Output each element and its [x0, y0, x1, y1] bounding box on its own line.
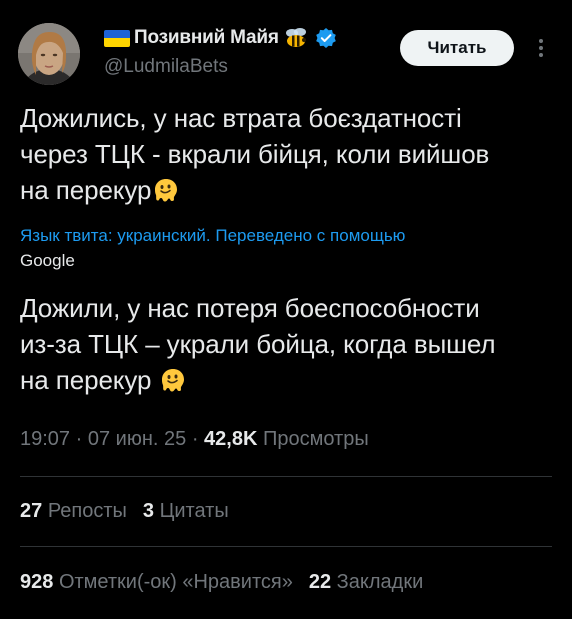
- tweet: Позивний Майя @LudmilaBets Читать Дожили…: [0, 0, 572, 619]
- melting-face-emoji-icon: [162, 369, 185, 392]
- text-line: через ТЦК - вкрали бійця, коли вийшов: [20, 139, 490, 169]
- text-line-last: на перекур: [20, 362, 550, 398]
- engagement-stats-row: 928 Отметки(-ок) «Нравится» 22 Закладки: [20, 571, 423, 594]
- bee-icon: [285, 28, 306, 47]
- text-line: Дожили, у нас потеря боеспособности: [20, 293, 480, 323]
- text-line-last: на перекур: [20, 172, 550, 208]
- reposts-count: 27: [20, 500, 43, 522]
- quotes-stat[interactable]: 3 Цитаты: [143, 500, 229, 522]
- meta-separator: ·: [191, 428, 199, 450]
- text-line: Дожились, у нас втрата боєздатності: [20, 103, 462, 133]
- translation-note-link[interactable]: Язык твита: украинский. Переведено с пом…: [20, 226, 405, 246]
- follow-button[interactable]: Читать: [400, 30, 514, 66]
- meta-separator: ·: [75, 428, 83, 450]
- bookmarks-label: Закладки: [336, 571, 424, 593]
- views-label: Просмотры: [262, 428, 369, 450]
- quotes-label: Цитаты: [159, 500, 229, 522]
- author-name-row[interactable]: Позивний Майя: [104, 24, 337, 52]
- tweet-original-text: Дожились, у нас втрата боєздатності чере…: [20, 100, 550, 208]
- translation-provider: Google: [20, 251, 75, 270]
- tweet-date[interactable]: 07 июн. 25: [88, 428, 186, 450]
- likes-label: Отметки(-ок) «Нравится»: [58, 571, 293, 593]
- ukraine-flag-icon: [104, 29, 130, 47]
- verified-icon: [315, 28, 336, 48]
- text-line: на перекур: [20, 175, 152, 205]
- bookmarks-stat[interactable]: 22 Закладки: [309, 571, 423, 593]
- melting-face-emoji-icon: [155, 179, 178, 202]
- divider: [20, 476, 552, 477]
- tweet-time[interactable]: 19:07: [20, 428, 70, 450]
- reposts-label: Репосты: [47, 500, 127, 522]
- divider: [20, 546, 552, 547]
- views-count: 42,8K: [204, 428, 258, 450]
- bookmarks-count: 22: [308, 571, 332, 593]
- likes-stat[interactable]: 928 Отметки(-ок) «Нравится»: [20, 571, 293, 593]
- more-options-icon[interactable]: [533, 34, 549, 62]
- author-display-name[interactable]: Позивний Майя: [134, 27, 279, 49]
- engagement-stats-row: 27 Репосты 3 Цитаты: [20, 500, 229, 523]
- tweet-meta: 19:07 · 07 июн. 25 · 42,8K Просмотры: [20, 428, 369, 451]
- text-line: на перекур: [20, 365, 152, 395]
- author-handle[interactable]: @LudmilaBets: [104, 56, 228, 78]
- avatar-image: [18, 23, 80, 85]
- text-line: из-за ТЦК – украли бойца, когда вышел: [20, 329, 496, 359]
- likes-count: 928: [20, 571, 54, 593]
- reposts-stat[interactable]: 27 Репосты: [20, 500, 127, 522]
- tweet-translated-text: Дожили, у нас потеря боеспособности из-з…: [20, 290, 550, 398]
- quotes-count: 3: [142, 500, 155, 522]
- avatar[interactable]: [18, 23, 80, 85]
